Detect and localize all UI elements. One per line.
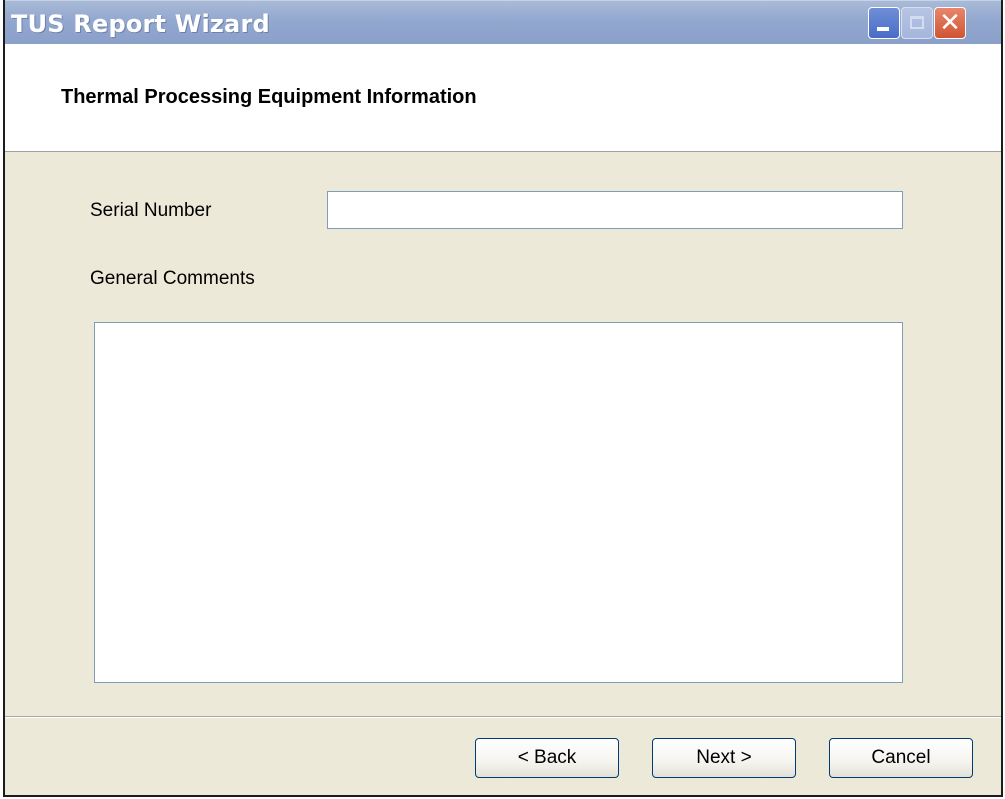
wizard-window: TUS Report Wizard ✕ Thermal Processing E… bbox=[3, 0, 1003, 797]
next-button[interactable]: Next > bbox=[652, 738, 796, 778]
minimize-icon bbox=[877, 27, 889, 31]
title-bar[interactable]: TUS Report Wizard ✕ bbox=[5, 0, 1001, 44]
general-comments-label: General Comments bbox=[90, 268, 255, 289]
wizard-header-panel: Thermal Processing Equipment Information bbox=[5, 44, 1001, 152]
footer-divider bbox=[5, 716, 1001, 718]
cancel-button[interactable]: Cancel bbox=[829, 738, 973, 778]
close-button[interactable]: ✕ bbox=[934, 7, 966, 39]
close-icon: ✕ bbox=[939, 8, 961, 38]
back-button[interactable]: < Back bbox=[475, 738, 619, 778]
general-comments-textarea[interactable] bbox=[94, 322, 903, 683]
maximize-icon bbox=[910, 16, 924, 29]
serial-number-label: Serial Number bbox=[90, 200, 212, 221]
serial-number-input[interactable] bbox=[327, 191, 903, 229]
window-title: TUS Report Wizard bbox=[11, 10, 270, 38]
maximize-button bbox=[901, 7, 933, 39]
minimize-button[interactable] bbox=[868, 7, 900, 39]
page-title: Thermal Processing Equipment Information bbox=[61, 86, 477, 108]
